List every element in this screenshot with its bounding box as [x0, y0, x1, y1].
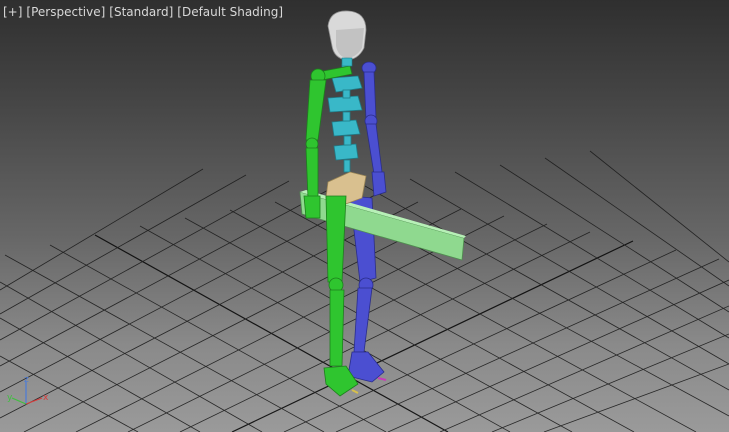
biped-character[interactable] — [299, 10, 466, 397]
spine[interactable] — [327, 63, 363, 173]
z-axis-label: z — [24, 375, 29, 385]
viewport-plus-menu[interactable]: [+] — [3, 5, 22, 19]
perspective-viewport[interactable]: [+] [Perspective] [Standard] [Default Sh… — [0, 0, 729, 432]
x-axis-label: x — [43, 393, 49, 403]
scene-canvas[interactable] — [0, 0, 729, 432]
viewport-label-menu: [+] [Perspective] [Standard] [Default Sh… — [3, 5, 283, 19]
y-axis-line — [11, 397, 27, 405]
viewport-view-menu[interactable]: [Perspective] — [26, 5, 105, 19]
head[interactable] — [327, 10, 367, 67]
prop-bar[interactable] — [299, 190, 466, 261]
y-axis-label: y — [7, 393, 13, 403]
x-axis-line — [25, 397, 43, 405]
viewport-shading-menu[interactable]: [Default Shading] — [177, 5, 283, 19]
viewport-mode-menu[interactable]: [Standard] — [109, 5, 173, 19]
axis-tripod: z x y — [7, 375, 49, 405]
